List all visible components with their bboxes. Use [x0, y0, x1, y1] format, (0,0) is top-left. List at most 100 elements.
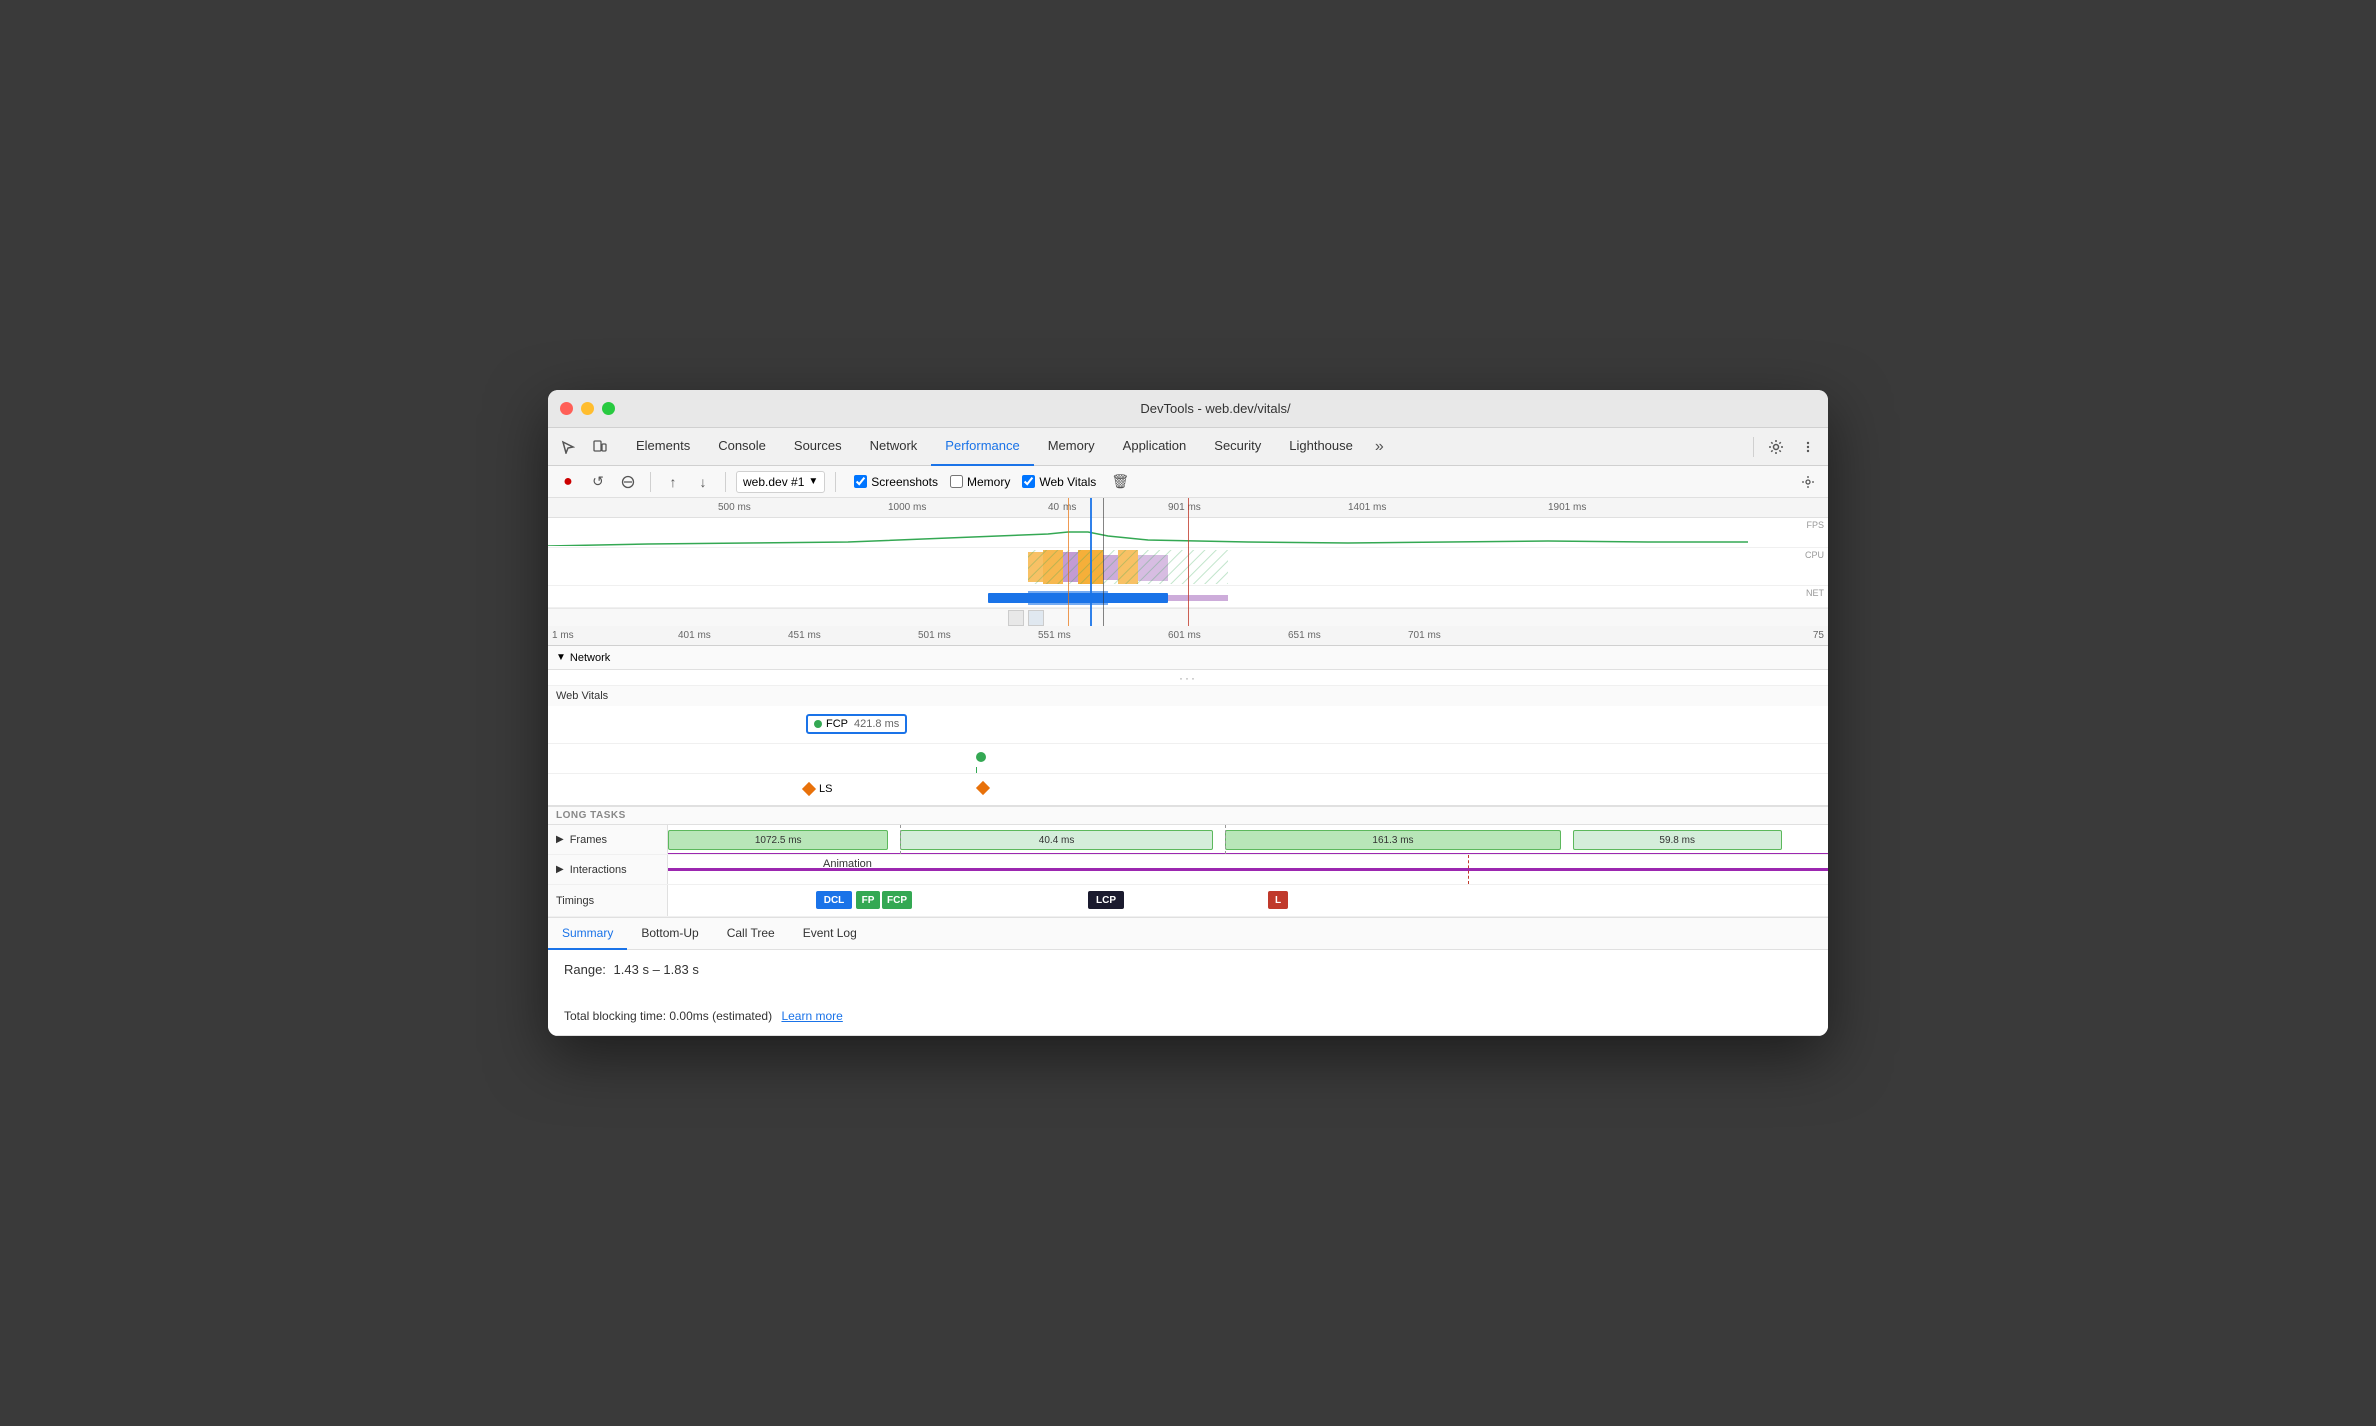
learn-more-link[interactable]: Learn more — [781, 1009, 842, 1023]
toolbar-divider-1 — [650, 472, 651, 492]
frame-bar-1: 1072.5 ms — [668, 830, 888, 850]
tab-bottom-up[interactable]: Bottom-Up — [627, 918, 712, 950]
timings-label: Timings — [548, 885, 668, 916]
frame-1-label: 1072.5 ms — [755, 835, 802, 846]
frame-3-label: 161.3 ms — [1372, 835, 1413, 846]
devtools-tab-bar: Elements Console Sources Network Perform… — [548, 428, 1828, 466]
interactions-bar — [668, 868, 1828, 871]
tab-console[interactable]: Console — [704, 428, 780, 466]
reload-button[interactable]: ↺ — [586, 470, 610, 494]
tab-network[interactable]: Network — [856, 428, 932, 466]
more-options-icon[interactable] — [1794, 433, 1822, 461]
memory-checkbox-label[interactable]: Memory — [950, 475, 1010, 489]
ruler-40ms: 40 — [1048, 502, 1059, 513]
fcp-value: 421.8 ms — [854, 718, 899, 730]
timing-fp-bar: FP — [856, 891, 880, 909]
fcp-label: FCP — [826, 718, 848, 730]
interactions-text: Interactions — [570, 864, 627, 876]
fcp-track-row: FCP 421.8 ms — [548, 706, 1828, 744]
ls-label: LS — [819, 783, 832, 795]
web-vitals-checkbox-label[interactable]: Web Vitals — [1022, 475, 1096, 489]
traffic-lights — [560, 402, 615, 415]
ruler-651ms: 651 ms — [1288, 630, 1321, 641]
capture-settings-button[interactable] — [1796, 470, 1820, 494]
network-label: Network — [570, 652, 610, 664]
frames-content: 1072.5 ms 40.4 ms 161.3 ms 59.8 ms — [668, 825, 1828, 854]
tab-security[interactable]: Security — [1200, 428, 1275, 466]
clear-button[interactable] — [616, 470, 640, 494]
long-tasks-header: LONG TASKS — [548, 807, 1828, 825]
toolbar-left — [554, 433, 614, 461]
blocking-time-label: Total blocking time: 0.00ms (estimated) — [564, 1009, 772, 1023]
frames-arrow: ▶ — [556, 834, 564, 845]
tab-event-log[interactable]: Event Log — [789, 918, 871, 950]
cursor-icon[interactable] — [554, 433, 582, 461]
ruler-901ms: 901 ms — [1168, 502, 1201, 513]
tab-call-tree[interactable]: Call Tree — [713, 918, 789, 950]
ruler-1901ms: 1901 ms — [1548, 502, 1586, 513]
toolbar-divider-2 — [725, 472, 726, 492]
frame-4-label: 59.8 ms — [1659, 835, 1695, 846]
export-button[interactable]: ↓ — [691, 470, 715, 494]
tab-performance[interactable]: Performance — [931, 428, 1033, 466]
maximize-button[interactable] — [602, 402, 615, 415]
titlebar: DevTools - web.dev/vitals/ — [548, 390, 1828, 428]
close-button[interactable] — [560, 402, 573, 415]
tab-application[interactable]: Application — [1109, 428, 1201, 466]
import-button[interactable]: ↑ — [661, 470, 685, 494]
timing-lcp-label: LCP — [1096, 895, 1116, 906]
trash-button[interactable]: 🗑 — [1108, 470, 1132, 494]
timing-fcp-bar: FCP — [882, 891, 912, 909]
timing-lcp-bar: LCP — [1088, 891, 1124, 909]
timing-fcp-label: FCP — [887, 895, 907, 906]
network-dots-row: ··· — [548, 670, 1828, 686]
ruler-551ms: 551 ms — [1038, 630, 1071, 641]
performance-toolbar: ● ↺ ↑ ↓ web.dev #1 ▼ Screenshots Memory — [548, 466, 1828, 498]
tab-list: Elements Console Sources Network Perform… — [622, 428, 1749, 466]
ruler-401ms: 401 ms — [678, 630, 711, 641]
toolbar-divider-3 — [835, 472, 836, 492]
minimize-button[interactable] — [581, 402, 594, 415]
timings-text: Timings — [556, 895, 594, 907]
screenshots-checkbox[interactable] — [854, 475, 867, 488]
tab-memory[interactable]: Memory — [1034, 428, 1109, 466]
timeline-ruler-top: 500 ms 1000 ms 40 ms 901 ms 1401 ms 1901… — [548, 498, 1828, 518]
screenshots-checkbox-label[interactable]: Screenshots — [854, 475, 938, 489]
tracks-panel: ▶ Frames 1072.5 ms 40.4 ms 161.3 ms 59.8… — [548, 825, 1828, 918]
network-section-header[interactable]: ▼ Network — [548, 646, 1828, 670]
network-arrow: ▼ — [556, 652, 566, 663]
ls-diamond-left — [802, 782, 816, 796]
timing-l-bar: L — [1268, 891, 1288, 909]
fps-track: FPS — [548, 518, 1828, 548]
checkbox-group: Screenshots Memory Web Vitals 🗑 — [854, 470, 1132, 494]
web-vitals-checkbox[interactable] — [1022, 475, 1035, 488]
tab-lighthouse[interactable]: Lighthouse — [1275, 428, 1367, 466]
toolbar-right — [1749, 433, 1822, 461]
timing-fp-label: FP — [862, 895, 875, 906]
ruler-601ms: 601 ms — [1168, 630, 1201, 641]
device-mode-icon[interactable] — [586, 433, 614, 461]
lcp-track-row — [548, 744, 1828, 774]
tab-sources[interactable]: Sources — [780, 428, 856, 466]
session-select[interactable]: web.dev #1 ▼ — [736, 471, 825, 493]
tab-summary[interactable]: Summary — [548, 918, 627, 950]
ruler-451ms: 451 ms — [788, 630, 821, 641]
lcp-green-dot — [976, 752, 986, 762]
memory-checkbox[interactable] — [950, 475, 963, 488]
settings-icon[interactable] — [1762, 433, 1790, 461]
interactions-row: ▶ Interactions Animation — [548, 855, 1828, 885]
timing-dcl-label: DCL — [824, 895, 845, 906]
fcp-green-dot — [814, 720, 822, 728]
ls-diamond-right — [976, 781, 990, 795]
interactions-dashed-line — [1468, 855, 1469, 884]
frame-bar-2: 40.4 ms — [900, 830, 1213, 850]
interactions-content: Animation — [668, 855, 1828, 884]
tab-elements[interactable]: Elements — [622, 428, 704, 466]
web-vitals-title: Web Vitals — [548, 686, 1828, 706]
more-tabs-button[interactable]: » — [1367, 438, 1392, 456]
frames-text: Frames — [570, 834, 607, 846]
timeline-ruler-bottom: 1 ms 401 ms 451 ms 501 ms 551 ms 601 ms … — [548, 626, 1828, 646]
range-value: 1.43 s – 1.83 s — [614, 962, 699, 977]
range-label: Range: — [564, 962, 606, 977]
record-button[interactable]: ● — [556, 470, 580, 494]
